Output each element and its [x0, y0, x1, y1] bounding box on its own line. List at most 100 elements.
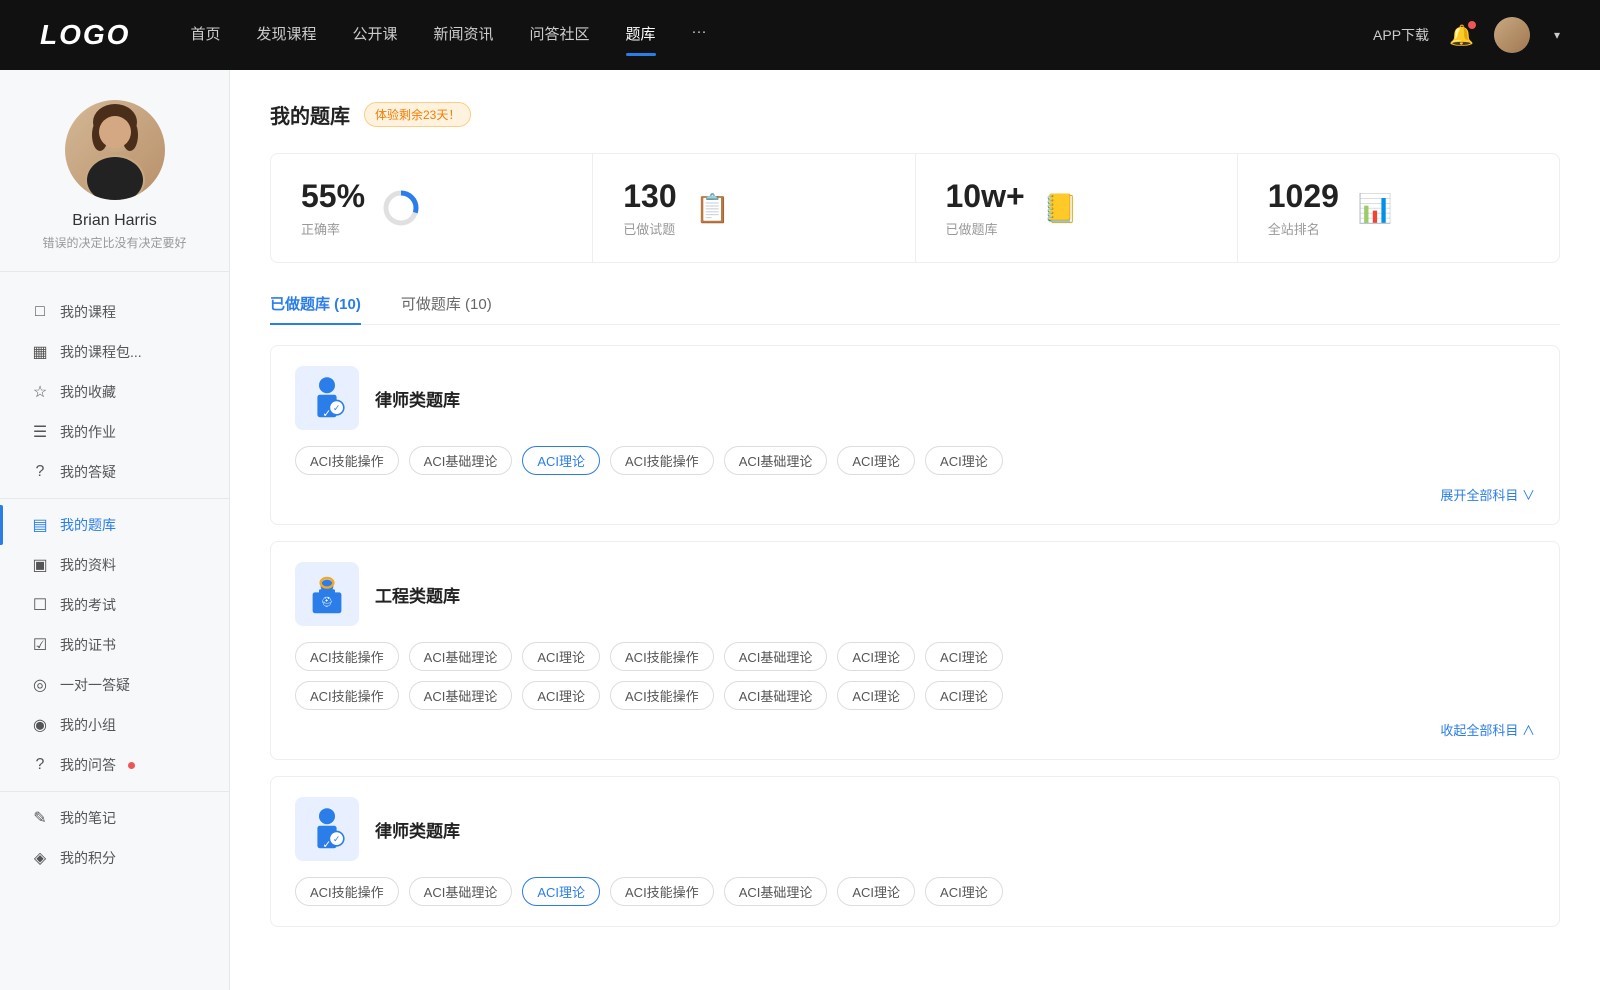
qbank-tag-1-row2-6[interactable]: ACI理论 [925, 681, 1003, 710]
qbank-tag-2-6[interactable]: ACI理论 [925, 877, 1003, 906]
sidebar-label-5: 我的题库 [60, 515, 116, 535]
sidebar-item-9[interactable]: ◎ 一对一答疑 [0, 665, 229, 705]
qbank-tag-1-row2-4[interactable]: ACI基础理论 [724, 681, 828, 710]
logo[interactable]: LOGO [40, 19, 130, 51]
sidebar-icon-11: ? [30, 756, 50, 774]
qbank-tag-1-row2-1[interactable]: ACI基础理论 [409, 681, 513, 710]
sidebar-item-1[interactable]: ▦ 我的课程包... [0, 332, 229, 372]
qbank-tag-2-1[interactable]: ACI基础理论 [409, 877, 513, 906]
list-icon: 📒 [1043, 192, 1078, 225]
sidebar-icon-12: ✎ [30, 808, 50, 828]
expand-link-0[interactable]: 展开全部科目 ∨ [1440, 485, 1535, 504]
qbank-tag-1-4[interactable]: ACI基础理论 [724, 642, 828, 671]
avatar[interactable] [1494, 17, 1530, 53]
stat-value-0: 55% [301, 178, 365, 215]
stats-row: 55% 正确率 130 已做试题 📋 10w+ 已做题库 📒 1029 全站排名… [270, 153, 1560, 263]
stat-value-2: 10w+ [946, 178, 1025, 215]
qbank-tag-1-3[interactable]: ACI技能操作 [610, 642, 714, 671]
qbank-tag-1-0[interactable]: ACI技能操作 [295, 642, 399, 671]
stat-item-3: 1029 全站排名 📊 [1238, 154, 1559, 262]
page-title: 我的题库 [270, 100, 350, 129]
qbank-tag-2-0[interactable]: ACI技能操作 [295, 877, 399, 906]
qbank-tag-2-5[interactable]: ACI理论 [837, 877, 915, 906]
sidebar-label-1: 我的课程包... [60, 342, 142, 362]
sidebar-item-5[interactable]: ▤ 我的题库 [0, 505, 229, 545]
trial-badge: 体验剩余23天！ [364, 102, 471, 127]
sidebar-item-6[interactable]: ▣ 我的资料 [0, 545, 229, 585]
sidebar-label-8: 我的证书 [60, 635, 116, 655]
qbank-tag-0-4[interactable]: ACI基础理论 [724, 446, 828, 475]
qbank-tag-0-6[interactable]: ACI理论 [925, 446, 1003, 475]
sidebar-icon-2: ☆ [30, 382, 50, 402]
sidebar-icon-13: ◈ [30, 848, 50, 868]
qbank-tag-1-1[interactable]: ACI基础理论 [409, 642, 513, 671]
qbank-tag-1-2[interactable]: ACI理论 [522, 642, 600, 671]
nav-item-3[interactable]: 新闻资讯 [434, 23, 494, 48]
qbank-tag-1-6[interactable]: ACI理论 [925, 642, 1003, 671]
stat-value-1: 130 [623, 178, 676, 215]
qbank-tag-1-5[interactable]: ACI理论 [837, 642, 915, 671]
stat-item-1: 130 已做试题 📋 [593, 154, 915, 262]
qbank-tag-0-1[interactable]: ACI基础理论 [409, 446, 513, 475]
nav-item-6[interactable]: ··· [692, 23, 707, 48]
sidebar-item-3[interactable]: ☰ 我的作业 [0, 412, 229, 452]
avatar [65, 100, 165, 200]
svg-text:✓: ✓ [333, 834, 340, 844]
user-dropdown-chevron[interactable]: ▾ [1554, 28, 1560, 42]
sidebar-item-11[interactable]: ? 我的问答 [0, 745, 229, 785]
qbank-tag-0-5[interactable]: ACI理论 [837, 446, 915, 475]
main-content: 我的题库 体验剩余23天！ 55% 正确率 130 已做试题 📋 10w+ 已做… [230, 70, 1600, 990]
sidebar: Brian Harris 错误的决定比没有决定要好 □ 我的课程 ▦ 我的课程包… [0, 70, 230, 990]
chart-icon: 📊 [1358, 192, 1393, 225]
qbank-tag-2-2[interactable]: ACI理论 [522, 877, 600, 906]
qbank-tag-2-3[interactable]: ACI技能操作 [610, 877, 714, 906]
sidebar-item-8[interactable]: ☑ 我的证书 [0, 625, 229, 665]
main-layout: Brian Harris 错误的决定比没有决定要好 □ 我的课程 ▦ 我的课程包… [0, 70, 1600, 990]
app-download-button[interactable]: APP下载 [1373, 25, 1429, 45]
tab-1[interactable]: 可做题库 (10) [401, 293, 492, 324]
sidebar-label-13: 我的积分 [60, 848, 116, 868]
stat-icon-0 [381, 188, 421, 228]
nav-item-4[interactable]: 问答社区 [530, 23, 590, 48]
qbank-tag-0-2[interactable]: ACI理论 [522, 446, 600, 475]
qbank-tag-2-4[interactable]: ACI基础理论 [724, 877, 828, 906]
qbank-tag-1-row2-3[interactable]: ACI技能操作 [610, 681, 714, 710]
nav-item-2[interactable]: 公开课 [352, 23, 397, 48]
sidebar-label-10: 我的小组 [60, 715, 116, 735]
sidebar-item-12[interactable]: ✎ 我的笔记 [0, 798, 229, 838]
sidebar-label-3: 我的作业 [60, 422, 116, 442]
svg-text:⛑: ⛑ [321, 596, 333, 608]
qbank-tags-2: ACI技能操作 ACI基础理论 ACI理论 ACI技能操作 ACI基础理论 ACI理论 AC… [295, 877, 1535, 906]
sidebar-item-4[interactable]: ? 我的答疑 [0, 452, 229, 492]
sidebar-item-13[interactable]: ◈ 我的积分 [0, 838, 229, 878]
sidebar-divider-4 [0, 498, 229, 499]
doc-icon: 📋 [695, 192, 730, 225]
stat-icon-3: 📊 [1355, 188, 1395, 228]
sidebar-divider-11 [0, 791, 229, 792]
qbank-tag-1-row2-0[interactable]: ACI技能操作 [295, 681, 399, 710]
sidebar-item-2[interactable]: ☆ 我的收藏 [0, 372, 229, 412]
sidebar-label-0: 我的课程 [60, 302, 116, 322]
nav-item-5[interactable]: 题库 [626, 23, 656, 48]
qbank-card-1: ⛑ 工程类题库 ACI技能操作ACI基础理论ACI理论ACI技能操作ACI基础理… [270, 541, 1560, 760]
sidebar-item-10[interactable]: ◉ 我的小组 [0, 705, 229, 745]
qbank-tag-0-0[interactable]: ACI技能操作 [295, 446, 399, 475]
qbank-tag-1-row2-2[interactable]: ACI理论 [522, 681, 600, 710]
sidebar-label-6: 我的资料 [60, 555, 116, 575]
sidebar-label-11: 我的问答 [60, 755, 116, 775]
qbank-tag-1-row2-5[interactable]: ACI理论 [837, 681, 915, 710]
sidebar-icon-4: ? [30, 463, 50, 481]
tab-0[interactable]: 已做题库 (10) [270, 293, 361, 324]
sidebar-item-7[interactable]: ☐ 我的考试 [0, 585, 229, 625]
nav-item-1[interactable]: 发现课程 [256, 23, 316, 48]
collapse-link-1[interactable]: 收起全部科目 ∧ [1440, 720, 1535, 739]
qbank-card-0: ✓ ✓ 律师类题库 ACI技能操作ACI基础理论ACI理论ACI技能操作ACI基… [270, 345, 1560, 525]
sidebar-item-0[interactable]: □ 我的课程 [0, 292, 229, 332]
sidebar-notif-dot [128, 762, 135, 769]
sidebar-label-9: 一对一答疑 [60, 675, 130, 695]
nav-item-0[interactable]: 首页 [190, 23, 220, 48]
qbank-tag-0-3[interactable]: ACI技能操作 [610, 446, 714, 475]
qbank-tags-row1-1: ACI技能操作 ACI基础理论 ACI理论 ACI技能操作 ACI基础理论 ACI理论 AC… [295, 642, 1535, 671]
notification-bell[interactable]: 🔔 [1449, 23, 1474, 48]
sidebar-icon-3: ☰ [30, 422, 50, 442]
